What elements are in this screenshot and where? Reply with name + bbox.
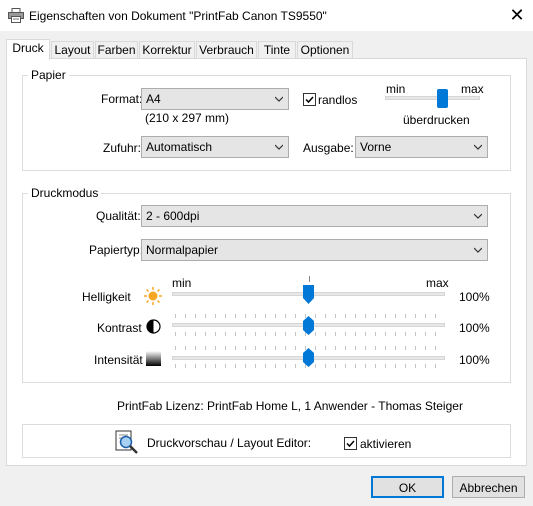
zufuhr-select[interactable]: Automatisch [141,136,289,158]
zufuhr-value: Automatisch [146,140,213,154]
papiertyp-label: Papiertyp: [89,243,144,257]
overprint-min: min [386,82,406,96]
close-button[interactable]: ✕ [506,4,528,26]
zufuhr-label: Zufuhr: [103,141,142,155]
format-select[interactable]: A4 [141,88,289,110]
gradient-icon [146,351,161,366]
title-bar: Eigenschaften von Dokument "PrintFab Can… [0,0,533,31]
tab-korrektur[interactable]: Korrektur [139,41,195,58]
aktivieren-label: aktivieren [360,437,412,451]
window-title: Eigenschaften von Dokument "PrintFab Can… [29,9,327,23]
scale-max: max [426,276,449,290]
chevron-down-icon [474,144,482,150]
chevron-down-icon [275,144,283,150]
overprint-slider-thumb[interactable] [436,89,448,108]
helligkeit-value: 100% [459,290,490,304]
qualitaet-value: 2 - 600dpi [146,209,200,223]
overprint-slider-track[interactable] [385,96,480,100]
tab-layout[interactable]: Layout [51,41,94,58]
checkmark-icon [346,440,355,448]
chevron-down-icon [275,96,283,102]
randlos-checkbox[interactable] [303,93,316,106]
qualitaet-select[interactable]: 2 - 600dpi [141,205,488,227]
helligkeit-slider-thumb[interactable] [303,285,314,304]
format-size: (210 x 297 mm) [145,111,230,125]
helligkeit-label: Helligkeit [82,290,131,304]
chevron-down-icon [474,247,482,253]
randlos-label: randlos [318,93,358,107]
druckmodus-legend: Druckmodus [28,186,102,200]
format-label: Format: [101,92,143,106]
format-value: A4 [146,92,161,106]
cancel-button[interactable]: Abbrechen [452,476,525,498]
tab-optionen[interactable]: Optionen [297,41,353,58]
tab-tinte[interactable]: Tinte [258,41,296,58]
tab-farben[interactable]: Farben [95,41,138,58]
qualitaet-label: Qualität: [96,209,141,223]
aktivieren-checkbox[interactable] [344,437,357,450]
preview-label: Druckvorschau / Layout Editor: [147,436,312,450]
kontrast-slider-thumb[interactable] [303,316,314,335]
intensitaet-value: 100% [459,353,490,367]
kontrast-label: Kontrast [97,321,142,335]
tab-druck[interactable]: Druck [6,39,50,60]
intensitaet-label: Intensität [94,353,143,367]
papier-legend: Papier [28,68,69,82]
chevron-down-icon [474,213,482,219]
ausgabe-select[interactable]: Vorne [355,136,488,158]
overprint-max: max [461,82,484,96]
scale-center-tick [309,276,310,282]
kontrast-value: 100% [459,321,490,335]
ausgabe-value: Vorne [360,140,392,154]
printer-icon [8,8,24,23]
contrast-icon [146,319,161,334]
scale-min: min [172,276,192,290]
tab-verbrauch[interactable]: Verbrauch [196,41,257,58]
papiertyp-select[interactable]: Normalpapier [141,239,488,261]
sun-icon [144,287,162,305]
preview-magnifier-icon [115,430,138,454]
checkmark-icon [305,96,314,104]
intensitaet-slider-thumb[interactable] [303,348,314,367]
ok-button[interactable]: OK [371,476,444,498]
ausgabe-label: Ausgabe: [303,141,354,155]
license-text: PrintFab Lizenz: PrintFab Home L, 1 Anwe… [117,399,463,413]
overprint-label: überdrucken [403,113,470,127]
papiertyp-value: Normalpapier [146,243,219,257]
